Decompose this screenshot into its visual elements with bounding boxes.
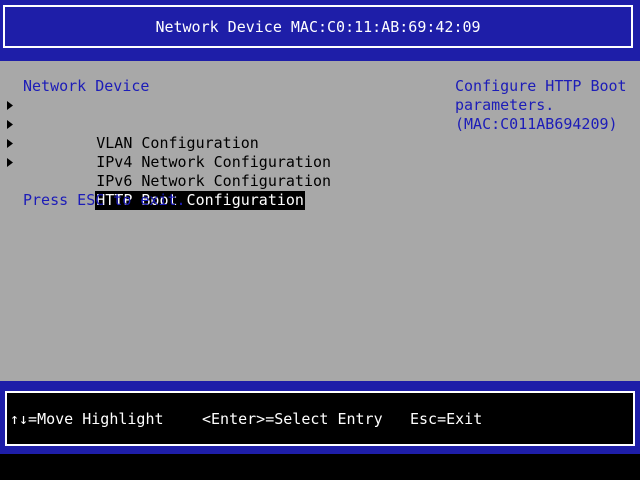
menu-item-http-boot-configuration[interactable]: HTTP Boot Configuration [0, 153, 440, 210]
move-highlight-hint: ↑↓=Move Highlight [10, 410, 164, 428]
triangle-right-icon [7, 134, 15, 153]
help-text-line: parameters. [455, 96, 555, 114]
menu-pane: Network Device VLAN Configuration IPv4 N… [0, 77, 440, 210]
exit-hint: Press ESC to exit. [23, 191, 186, 209]
header-frame: Network Device MAC:C0:11:AB:69:42:09 [3, 5, 633, 48]
help-text-line: Configure HTTP Boot [455, 77, 627, 95]
triangle-right-icon [7, 153, 15, 172]
menu-item-label: IPv6 Network Configuration [96, 172, 332, 190]
triangle-right-icon [7, 96, 15, 115]
menu-item-ipv4-network-configuration[interactable]: IPv4 Network Configuration [0, 115, 440, 171]
help-pane: Configure HTTP Boot parameters. (MAC:C01… [455, 77, 635, 134]
main-panel: Network Device VLAN Configuration IPv4 N… [0, 61, 640, 381]
exit-key-hint: Esc=Exit [410, 410, 483, 428]
menu-item-vlan-configuration[interactable]: VLAN Configuration [0, 96, 440, 152]
bios-setup-screen: Network Device MAC:C0:11:AB:69:42:09 Net… [0, 0, 640, 480]
menu-item-ipv6-network-configuration[interactable]: IPv6 Network Configuration [0, 134, 440, 190]
header-bar: Network Device MAC:C0:11:AB:69:42:09 [0, 0, 640, 61]
select-entry-hint: <Enter>=Select Entry [202, 410, 383, 428]
page-title: Network Device MAC:C0:11:AB:69:42:09 [155, 17, 481, 36]
bottom-margin [0, 454, 640, 480]
help-text-line: (MAC:C011AB694209) [455, 115, 618, 133]
menu-heading: Network Device [23, 77, 150, 95]
footer-bar: ↑↓=Move Highlight <Enter>=Select Entry E… [0, 381, 640, 454]
triangle-right-icon [7, 115, 15, 134]
